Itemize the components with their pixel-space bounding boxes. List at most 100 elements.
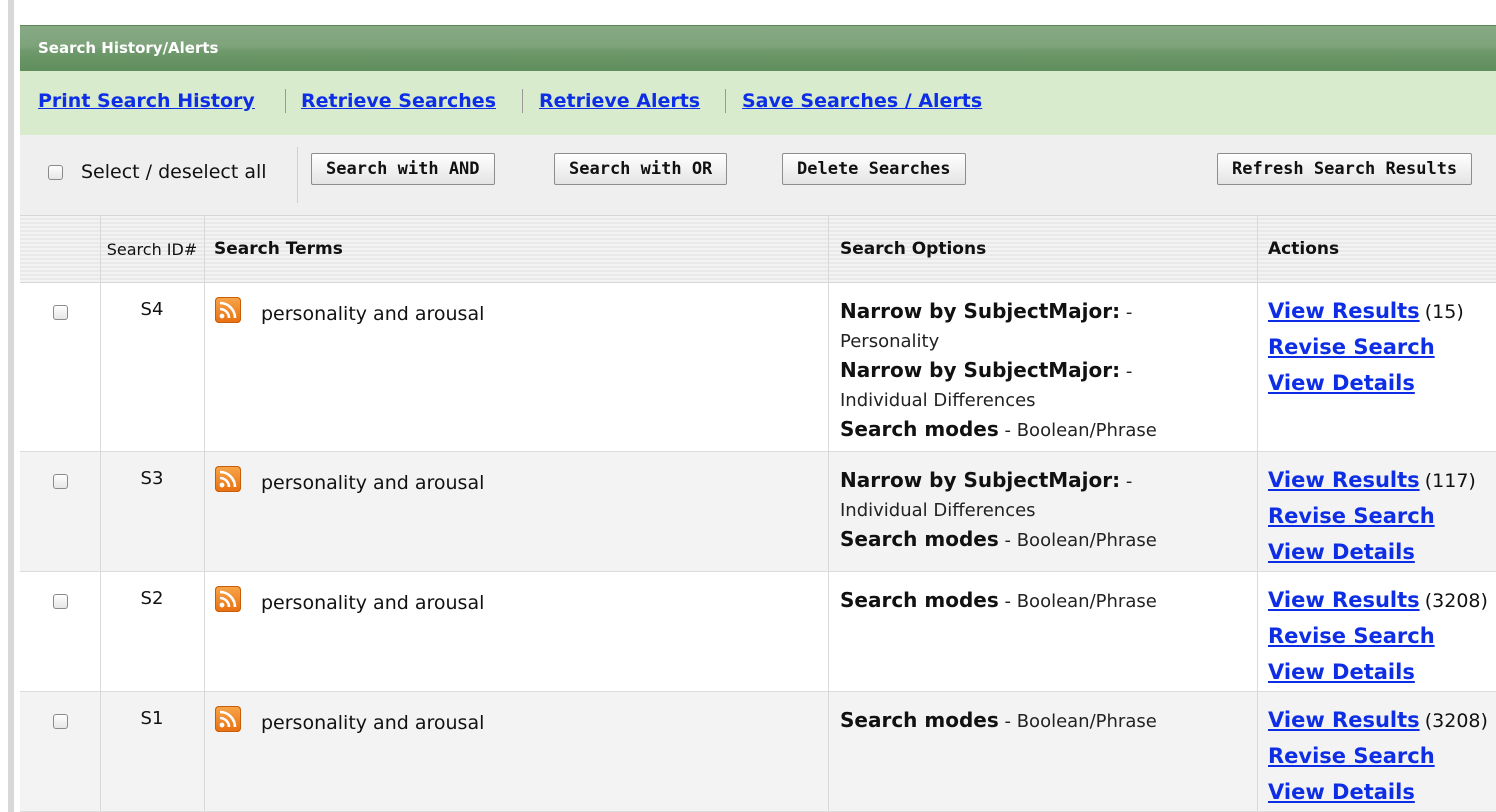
column-divider — [1257, 572, 1258, 691]
view-details-link[interactable]: View Details — [1268, 780, 1415, 804]
table-row: S2 personality and arousal Search modes - … — [20, 572, 1496, 692]
search-option-value: Boolean/Phrase — [1016, 420, 1157, 441]
view-results-link[interactable]: View Results — [1268, 588, 1420, 612]
view-details-link[interactable]: View Details — [1268, 540, 1415, 564]
search-options: Search modes - Boolean/Phrase — [840, 586, 1240, 616]
search-option-separator: - — [1120, 302, 1133, 323]
search-option-separator: - — [998, 591, 1017, 612]
search-option-key: Search modes — [840, 708, 999, 732]
view-results-link[interactable]: View Results — [1268, 299, 1420, 323]
column-divider — [1257, 216, 1258, 282]
column-divider — [828, 283, 829, 451]
column-divider — [204, 283, 205, 451]
refresh-search-results-button[interactable]: Refresh Search Results — [1217, 153, 1473, 185]
search-option-value: Boolean/Phrase — [1016, 711, 1157, 732]
table-row: S1 personality and arousal Search modes - … — [20, 692, 1496, 812]
column-divider — [828, 452, 829, 571]
row-select-checkbox[interactable] — [53, 594, 68, 609]
left-border — [8, 0, 14, 812]
search-option-line: Narrow by SubjectMajor: - — [840, 466, 1240, 496]
row-select-checkbox[interactable] — [53, 305, 68, 320]
view-details-link[interactable]: View Details — [1268, 660, 1415, 684]
print-search-history-link[interactable]: Print Search History — [38, 90, 255, 112]
search-option-line: Individual Differences — [840, 496, 1240, 525]
search-option-separator: - — [998, 420, 1017, 441]
revise-search-link[interactable]: Revise Search — [1268, 624, 1435, 648]
column-header-search-terms: Search Terms — [214, 239, 343, 259]
search-option-line: Search modes - Boolean/Phrase — [840, 706, 1240, 736]
search-with-or-button[interactable]: Search with OR — [554, 153, 728, 185]
search-with-and-button[interactable]: Search with AND — [311, 153, 495, 185]
row-actions: View Results (117) Revise Search View Deta… — [1268, 463, 1496, 571]
search-option-value: Individual Differences — [840, 500, 1036, 521]
row-actions: View Results (3208) Revise Search View Det… — [1268, 583, 1496, 691]
column-divider — [828, 216, 829, 282]
column-header-actions: Actions — [1268, 239, 1340, 259]
search-option-value: Boolean/Phrase — [1016, 530, 1157, 551]
search-option-value: Personality — [840, 331, 940, 352]
column-divider — [828, 692, 829, 811]
results-count: (15) — [1424, 301, 1464, 323]
revise-search-link[interactable]: Revise Search — [1268, 504, 1435, 528]
column-header-search-id: Search ID# — [106, 239, 198, 259]
search-id: S2 — [140, 588, 164, 609]
rss-feed-icon[interactable] — [215, 706, 241, 732]
search-option-key: Search modes — [840, 527, 999, 551]
results-count: (117) — [1424, 470, 1476, 492]
search-option-key: Narrow by SubjectMajor: — [840, 358, 1121, 382]
delete-searches-button[interactable]: Delete Searches — [782, 153, 966, 185]
history-toolbar: Select / deselect all Search with AND Se… — [20, 135, 1496, 215]
row-select-checkbox[interactable] — [53, 714, 68, 729]
search-option-value: Individual Differences — [840, 390, 1036, 411]
search-options: Narrow by SubjectMajor: - Personality Nar… — [840, 297, 1240, 445]
search-id: S4 — [140, 299, 164, 320]
select-all-checkbox[interactable] — [48, 164, 63, 180]
search-terms: personality and arousal — [261, 303, 485, 325]
search-option-separator: - — [998, 711, 1017, 732]
search-options: Narrow by SubjectMajor: - Individual Dif… — [840, 466, 1240, 555]
select-all-label: Select / deselect all — [81, 161, 267, 183]
revise-search-link[interactable]: Revise Search — [1268, 335, 1435, 359]
search-terms: personality and arousal — [261, 472, 485, 494]
search-option-separator: - — [1120, 471, 1133, 492]
table-row: S3 personality and arousal Narrow by Subje… — [20, 452, 1496, 572]
panel-header: Search History/Alerts — [20, 25, 1496, 71]
revise-search-link[interactable]: Revise Search — [1268, 744, 1435, 768]
column-divider — [204, 216, 205, 282]
column-divider — [204, 692, 205, 811]
view-results-link[interactable]: View Results — [1268, 708, 1420, 732]
link-separator — [725, 89, 726, 113]
results-count: (3208) — [1424, 710, 1488, 732]
search-history-table: Search ID# Search Terms Search Options A… — [20, 215, 1496, 812]
search-terms: personality and arousal — [261, 592, 485, 614]
search-option-line: Narrow by SubjectMajor: - — [840, 356, 1240, 386]
select-all-control[interactable]: Select / deselect all — [48, 161, 267, 183]
search-option-line: Search modes - Boolean/Phrase — [840, 415, 1240, 445]
column-divider — [1257, 452, 1258, 571]
panel-title: Search History/Alerts — [38, 39, 219, 57]
search-id: S3 — [140, 468, 164, 489]
column-header-search-options: Search Options — [840, 239, 987, 259]
column-divider — [204, 452, 205, 571]
view-details-link[interactable]: View Details — [1268, 371, 1415, 395]
view-results-link[interactable]: View Results — [1268, 468, 1420, 492]
toolbar-divider — [297, 147, 298, 203]
column-divider — [1257, 283, 1258, 451]
search-option-line: Search modes - Boolean/Phrase — [840, 586, 1240, 616]
rss-feed-icon[interactable] — [215, 466, 241, 492]
retrieve-searches-link[interactable]: Retrieve Searches — [301, 90, 496, 112]
row-select-checkbox[interactable] — [53, 474, 68, 489]
save-searches-alerts-link[interactable]: Save Searches / Alerts — [742, 90, 982, 112]
link-separator — [285, 89, 286, 113]
search-option-key: Narrow by SubjectMajor: — [840, 468, 1121, 492]
history-links-bar: Print Search History Retrieve Searches R… — [20, 71, 1496, 135]
retrieve-alerts-link[interactable]: Retrieve Alerts — [539, 90, 700, 112]
results-count: (3208) — [1424, 590, 1488, 612]
table-header: Search ID# Search Terms Search Options A… — [20, 215, 1496, 283]
rss-feed-icon[interactable] — [215, 586, 241, 612]
column-divider — [1257, 692, 1258, 811]
rss-feed-icon[interactable] — [215, 297, 241, 323]
search-option-value: Boolean/Phrase — [1016, 591, 1157, 612]
link-separator — [522, 89, 523, 113]
search-option-key: Search modes — [840, 588, 999, 612]
